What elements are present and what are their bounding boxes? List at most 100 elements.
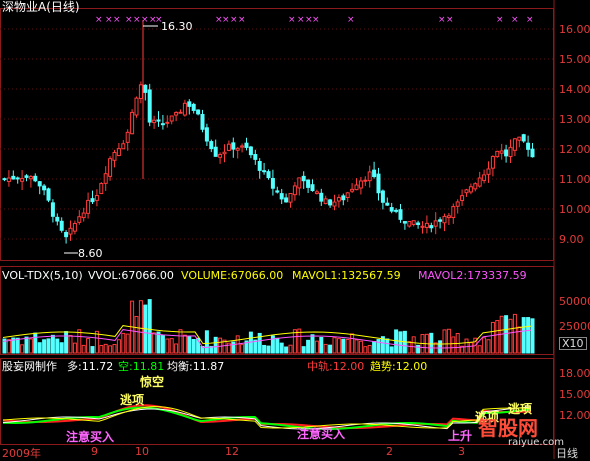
- volume-bar: [385, 338, 390, 354]
- candle-body: [394, 209, 399, 212]
- volume-bar: [504, 315, 509, 354]
- volume-bar: [33, 332, 38, 354]
- candle-body: [121, 143, 126, 150]
- candle-body: [231, 142, 236, 150]
- signal-marker: ×: [230, 15, 238, 25]
- mavol2-value: MAVOL2:173337.59: [418, 269, 527, 282]
- volume-bar: [103, 343, 108, 354]
- candle-body: [486, 168, 491, 175]
- price-y-axis: 16.00 15.00 14.00 13.00 12.00 11.00 10.0…: [555, 0, 590, 459]
- volume-bar: [152, 332, 157, 354]
- volume-bar: [240, 344, 245, 354]
- volume-bar: [508, 318, 513, 354]
- signal-marker: ×: [347, 15, 355, 25]
- candle-body: [270, 178, 275, 189]
- candle-body: [81, 212, 86, 219]
- candle-body: [354, 184, 359, 191]
- volume-bar: [429, 332, 434, 354]
- signal-marker: ×: [141, 15, 149, 25]
- volume-bar: [218, 337, 223, 354]
- signal-marker: ×: [95, 15, 103, 25]
- volume-bar: [482, 337, 487, 354]
- volume-bar: [81, 344, 86, 354]
- candle-body: [438, 219, 443, 222]
- x-label: 3: [458, 445, 465, 458]
- signal-marker: ×: [288, 15, 296, 25]
- watermark-url: raiyue.com: [508, 437, 564, 448]
- volume-bar: [213, 336, 218, 354]
- candle-body: [108, 158, 113, 177]
- kong-line: [2, 406, 532, 430]
- candle-body: [178, 111, 183, 114]
- volume-bar: [42, 339, 47, 354]
- candle-body: [68, 227, 73, 235]
- candle-body: [244, 142, 249, 148]
- candle-body: [77, 216, 82, 223]
- stock-chart-canvas[interactable]: × × × × × × ×× × × × × × × × × × × × × × ×: [0, 0, 590, 459]
- candle-body: [15, 177, 20, 180]
- candle-body: [314, 191, 319, 194]
- volume-bar: [156, 331, 161, 354]
- volume-bar: [125, 333, 130, 354]
- volume-bar: [354, 339, 359, 354]
- candle-body: [138, 84, 143, 99]
- candle-body: [46, 188, 51, 201]
- candle-body: [266, 171, 271, 179]
- signal-marker: ×: [222, 15, 230, 25]
- candle-body: [512, 138, 517, 151]
- volume-bar: [521, 317, 526, 354]
- y-tick: 12.00: [559, 143, 590, 156]
- mavol1-value: MAVOL1:132567.59: [292, 269, 401, 282]
- volume-value: VOLUME:67066.00: [181, 269, 284, 282]
- candle-body: [411, 220, 416, 225]
- candle-body: [20, 178, 25, 182]
- volume-bar: [468, 342, 473, 354]
- candle-body: [55, 216, 60, 222]
- signal-marker: ×: [113, 15, 121, 25]
- volume-bar: [160, 334, 165, 354]
- qushi-value: 趋势:12.00: [370, 360, 428, 373]
- volume-bar: [319, 336, 324, 354]
- volume-bar: [341, 338, 346, 354]
- candle-body: [328, 199, 333, 206]
- y-tick: 9.00: [559, 233, 584, 246]
- signal-marker: ×: [511, 15, 519, 25]
- y-tick: 10.00: [559, 203, 590, 216]
- x-label: 10: [135, 445, 149, 458]
- volume-bar: [416, 344, 421, 354]
- candle-body: [508, 146, 513, 157]
- candle-body: [517, 136, 522, 141]
- volume-bar: [147, 299, 152, 354]
- candle-body: [477, 177, 482, 187]
- candle-body: [292, 185, 297, 196]
- volume-bar: [490, 321, 495, 354]
- candle-body: [42, 185, 47, 191]
- volume-bar: [121, 332, 126, 354]
- volume-bar: [112, 344, 117, 354]
- candle-body: [130, 111, 135, 135]
- candle-body: [521, 134, 526, 142]
- indicator-name[interactable]: 股妄网制作: [2, 360, 57, 373]
- candle-body: [504, 149, 509, 157]
- y-tick: 14.00: [559, 83, 590, 96]
- candle-body: [204, 127, 209, 142]
- candle-body: [310, 184, 315, 192]
- volume-bar: [46, 338, 51, 354]
- volume-bar: [314, 340, 319, 354]
- candle-body: [363, 179, 368, 182]
- vol-indicator-name[interactable]: VOL-TDX(5,10): [2, 269, 83, 282]
- candle-body: [297, 177, 302, 189]
- ind-y-tick: 18.00: [559, 367, 590, 380]
- candle-body: [59, 220, 64, 231]
- volume-bar: [174, 343, 179, 354]
- candle-body: [358, 180, 363, 189]
- candle-body: [94, 195, 99, 201]
- volume-bar: [358, 340, 363, 354]
- volume-bar: [279, 342, 284, 354]
- y-tick: 16.00: [559, 23, 590, 36]
- candle-body: [112, 151, 117, 161]
- candle-body: [398, 209, 403, 220]
- candle-body: [402, 221, 407, 224]
- volume-bar: [169, 338, 174, 354]
- volume-bar: [446, 328, 451, 354]
